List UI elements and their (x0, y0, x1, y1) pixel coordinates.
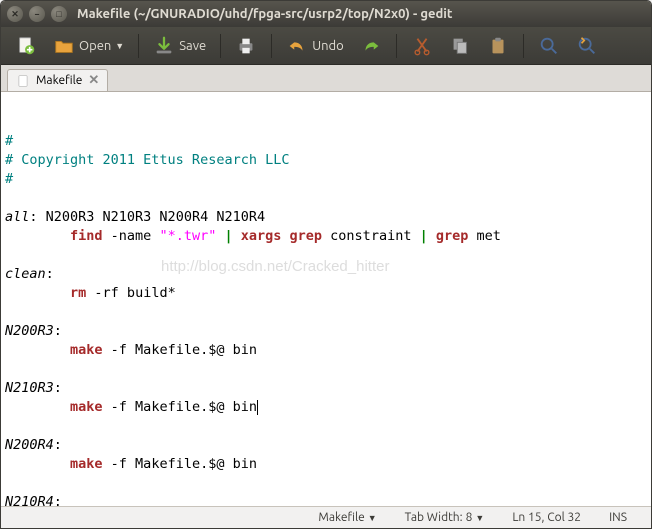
tab-makefile[interactable]: Makefile ✕ (7, 69, 108, 91)
tab-close-button[interactable]: ✕ (88, 73, 99, 88)
language-label: Makefile (318, 511, 364, 524)
code-pipe: | (216, 228, 240, 244)
tab-label: Makefile (36, 74, 82, 87)
code-cmd: rm (70, 285, 86, 301)
undo-label: Undo (312, 39, 344, 53)
code-target: N210R3 (5, 380, 54, 396)
code-text: : (54, 323, 62, 339)
code-cmd: grep (436, 228, 469, 244)
undo-button[interactable]: Undo (280, 32, 350, 60)
language-selector[interactable]: Makefile ▼ (304, 511, 390, 524)
code-comment: # Copyright 2011 Ettus Research LLC (5, 152, 289, 168)
code-cmd: grep (290, 228, 323, 244)
code-text: : (54, 437, 62, 453)
minimize-window-button[interactable]: − (29, 6, 45, 22)
code-text: : N200R3 N210R3 N200R4 N210R4 (29, 209, 265, 225)
code-cmd: find (70, 228, 103, 244)
replace-button[interactable] (570, 32, 604, 60)
code-comment: # (5, 133, 13, 149)
code-text: : (54, 380, 62, 396)
tabwidth-value: 8 (466, 511, 473, 524)
code-target: all (5, 209, 29, 225)
code-cmd: make (70, 456, 103, 472)
code-text: : (46, 266, 54, 282)
replace-icon (576, 35, 598, 57)
save-button[interactable]: Save (147, 32, 212, 60)
code-text: : (54, 494, 62, 506)
folder-open-icon (53, 35, 75, 57)
save-label: Save (179, 39, 206, 53)
cut-button[interactable] (405, 32, 439, 60)
separator (220, 34, 221, 58)
code-indent (5, 228, 70, 244)
save-icon (153, 35, 175, 57)
code-text: -f Makefile.$@ bin (103, 456, 257, 472)
copy-icon (449, 35, 471, 57)
dropdown-arrow-icon: ▼ (115, 41, 124, 51)
statusbar: Makefile ▼ Tab Width: 8 ▼ Ln 15, Col 32 … (1, 506, 651, 528)
code-pipe: | (420, 228, 436, 244)
code-text (281, 228, 289, 244)
separator (523, 34, 524, 58)
search-icon (538, 35, 560, 57)
separator (138, 34, 139, 58)
insert-mode[interactable]: INS (595, 511, 641, 524)
dropdown-arrow-icon: ▼ (368, 513, 377, 523)
code-target: N200R3 (5, 323, 54, 339)
editor-area[interactable]: http://blog.csdn.net/Cracked_hitter # # … (1, 92, 651, 506)
text-cursor (257, 400, 258, 415)
redo-icon (360, 35, 382, 57)
paste-button[interactable] (481, 32, 515, 60)
code-text: -f Makefile.$@ bin (103, 342, 257, 358)
code-indent (5, 399, 70, 415)
code-indent (5, 285, 70, 301)
code-string: "*.twr" (159, 228, 216, 244)
window-title: Makefile (~/GNURADIO/uhd/fpga-src/usrp2/… (77, 7, 452, 21)
code-cmd: xargs (241, 228, 282, 244)
copy-button[interactable] (443, 32, 477, 60)
tabwidth-selector[interactable]: Tab Width: 8 ▼ (391, 511, 499, 524)
code-text: -name (103, 228, 160, 244)
code-indent (5, 456, 70, 472)
dropdown-arrow-icon: ▼ (475, 513, 484, 523)
toolbar: Open ▼ Save Undo (1, 27, 651, 65)
cut-icon (411, 35, 433, 57)
code-text: -rf build* (86, 285, 175, 301)
code-text: met (468, 228, 501, 244)
separator (396, 34, 397, 58)
open-button[interactable]: Open ▼ (47, 32, 130, 60)
file-icon (16, 74, 30, 88)
new-file-icon (15, 35, 37, 57)
code-indent (5, 342, 70, 358)
window-buttons: ✕ − □ (7, 6, 67, 22)
titlebar: ✕ − □ Makefile (~/GNURADIO/uhd/fpga-src/… (1, 1, 651, 27)
search-button[interactable] (532, 32, 566, 60)
close-window-button[interactable]: ✕ (7, 6, 23, 22)
cursor-position: Ln 15, Col 32 (498, 511, 595, 524)
new-file-button[interactable] (9, 32, 43, 60)
code-text: -f Makefile.$@ bin (103, 399, 257, 415)
tabwidth-label: Tab Width: (405, 511, 463, 524)
print-icon (235, 35, 257, 57)
print-button[interactable] (229, 32, 263, 60)
open-label: Open (79, 39, 111, 53)
watermark-text: http://blog.csdn.net/Cracked_hitter (161, 257, 389, 276)
code-cmd: make (70, 342, 103, 358)
maximize-window-button[interactable]: □ (51, 6, 67, 22)
code-target: clean (5, 266, 46, 282)
code-cmd: make (70, 399, 103, 415)
redo-button[interactable] (354, 32, 388, 60)
code-target: N210R4 (5, 494, 54, 506)
paste-icon (487, 35, 509, 57)
separator (271, 34, 272, 58)
undo-icon (286, 35, 308, 57)
code-text: constraint (322, 228, 420, 244)
code-target: N200R4 (5, 437, 54, 453)
code-comment: # (5, 171, 13, 187)
tabbar: Makefile ✕ (1, 65, 651, 92)
